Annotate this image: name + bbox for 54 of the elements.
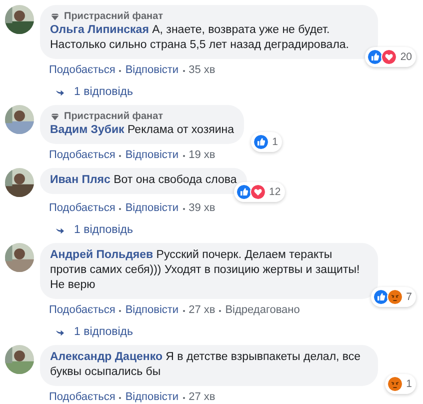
reactions-badge[interactable]: 20 xyxy=(365,47,416,67)
timestamp: 27 хв xyxy=(188,303,216,318)
reply-link[interactable]: Відповісти xyxy=(125,201,179,216)
reaction-count: 7 xyxy=(406,290,412,304)
reply-link[interactable]: Відповісти xyxy=(125,303,179,318)
heart-icon xyxy=(250,184,266,200)
timestamp: 27 хв xyxy=(188,390,216,404)
reply-link[interactable]: Відповісти xyxy=(125,390,179,404)
reaction-count: 1 xyxy=(406,376,412,392)
thumbs-up-icon xyxy=(367,49,384,65)
heart-icon xyxy=(381,49,398,65)
like-link[interactable]: Подобається xyxy=(49,63,116,78)
reaction-count: 1 xyxy=(272,134,278,150)
comment-text: Иван Пляс Вот она свобода слова xyxy=(50,173,237,188)
comment-text: Ольга Липинская А, знаете, возврата уже не будет. Настолько сильно страна 5,5 лет назад деградировала. xyxy=(50,23,350,53)
timestamp: 39 хв xyxy=(188,201,216,216)
edited-label: Відредаговано xyxy=(225,303,300,318)
comment-text: Александр Даценко Я в детстве взрывпакеты делал, все буквы осыпались бы xyxy=(50,350,362,380)
thumbs-up-icon xyxy=(373,289,390,305)
comment-text: Андрей Польдяев Русский почерк. Делаем теракты против самих себя))) Уходят в позицию жертвы и защиты! Не верю xyxy=(50,248,361,293)
reply-link[interactable]: Відповісти xyxy=(125,148,179,163)
timestamp: 35 хв xyxy=(188,63,216,78)
badge-label: Пристрасний фанат xyxy=(64,110,164,123)
like-link[interactable]: Подобається xyxy=(49,303,116,318)
like-link[interactable]: Подобається xyxy=(49,201,116,216)
reactions-badge[interactable]: 12 xyxy=(234,182,285,202)
comment-text: Вадим Зубик Реклама от хозяина xyxy=(50,123,234,138)
timestamp: 19 хв xyxy=(188,148,216,163)
replies-link[interactable]: 1 відповідь xyxy=(74,85,133,100)
reactions-badge[interactable]: 7 xyxy=(371,287,416,307)
reply-arrow-icon xyxy=(55,226,65,234)
diamond-icon xyxy=(50,112,60,120)
badge-label: Пристрасний фанат xyxy=(64,10,164,23)
author-link[interactable]: Андрей Польдяев xyxy=(50,249,154,261)
reactions-badge[interactable]: 1 xyxy=(251,132,282,152)
thumbs-up-icon xyxy=(253,134,270,150)
thumbs-up-icon xyxy=(236,184,252,200)
author-link[interactable]: Александр Даценко xyxy=(50,351,162,363)
diamond-icon xyxy=(50,12,60,20)
reply-arrow-icon xyxy=(55,328,65,336)
reactions-badge[interactable]: 1 xyxy=(385,374,416,394)
reply-link[interactable]: Відповісти xyxy=(125,63,179,78)
author-link[interactable]: Вадим Зубик xyxy=(50,124,124,136)
replies-link[interactable]: 1 відповідь xyxy=(74,325,133,340)
author-link[interactable]: Ольга Липинская xyxy=(50,24,149,36)
reply-arrow-icon xyxy=(55,88,65,96)
reaction-count: 20 xyxy=(400,50,412,64)
replies-link[interactable]: 1 відповідь xyxy=(74,223,133,238)
like-link[interactable]: Подобається xyxy=(49,390,116,404)
angry-face-icon xyxy=(387,376,404,392)
reaction-count: 12 xyxy=(269,184,281,200)
angry-face-icon xyxy=(387,289,404,305)
like-link[interactable]: Подобається xyxy=(49,148,116,163)
author-link[interactable]: Иван Пляс xyxy=(50,174,110,186)
